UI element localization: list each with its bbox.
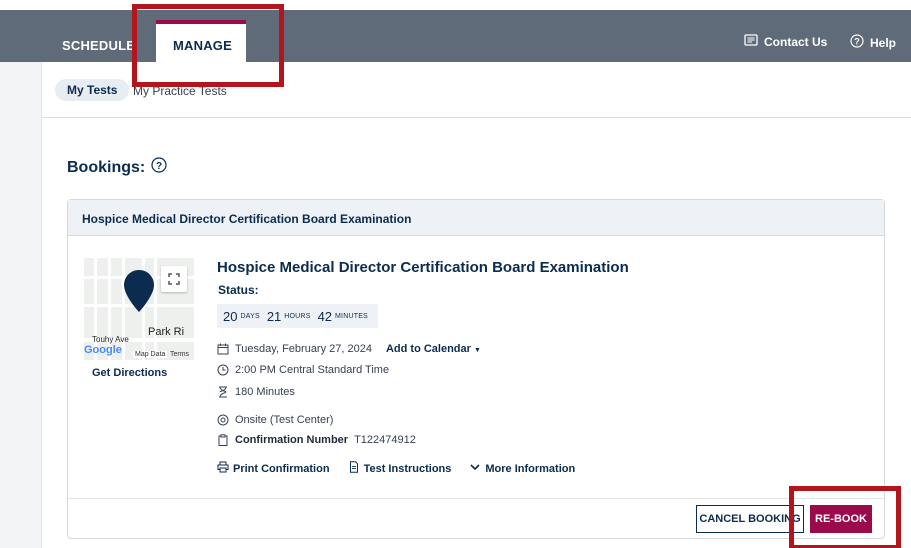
contact-us-link[interactable]: Contact Us xyxy=(744,34,827,49)
countdown-minutes: 42 xyxy=(317,308,333,324)
confirmation-row: Confirmation Number T122474912 xyxy=(217,434,416,446)
booking-actions-links: Print Confirmation Test Instructions Mor… xyxy=(217,461,575,476)
chevron-down-icon xyxy=(469,461,481,476)
exam-location: Onsite (Test Center) xyxy=(235,414,334,426)
confirmation-number: T122474912 xyxy=(354,434,416,446)
countdown-hours: 21 xyxy=(266,308,282,324)
help-label: Help xyxy=(870,35,897,50)
countdown-timer: 20 DAYS 21 HOURS 42 MINUTES xyxy=(217,304,378,328)
booking-card-title: Hospice Medical Director Certification B… xyxy=(82,212,412,226)
printer-icon xyxy=(217,461,229,476)
get-directions-link[interactable]: Get Directions xyxy=(92,367,167,379)
highlight-box-rebook xyxy=(789,486,901,548)
cancel-booking-button[interactable]: CANCEL BOOKING xyxy=(696,505,804,533)
countdown-days: 20 xyxy=(223,308,238,324)
confirmation-label: Confirmation Number xyxy=(235,434,349,446)
exam-duration-row: 180 Minutes xyxy=(217,386,295,398)
exam-date: Tuesday, February 27, 2024 xyxy=(235,343,372,355)
tab-schedule[interactable]: SCHEDULE xyxy=(62,38,135,53)
booking-card-header: Hospice Medical Director Certification B… xyxy=(68,200,884,236)
bookings-title: Bookings: xyxy=(67,158,146,176)
status-label: Status: xyxy=(218,283,259,297)
location-map[interactable]: Park Ri Touhy Ave Google Map Data Terms xyxy=(84,258,194,360)
add-to-calendar-button[interactable]: Add to Calendar ▼ xyxy=(386,343,481,355)
clipboard-icon xyxy=(217,434,229,446)
map-attribution: Map Data Terms xyxy=(84,349,194,360)
exam-duration: 180 Minutes xyxy=(235,386,295,398)
map-data-label[interactable]: Map Data xyxy=(133,351,168,358)
contact-us-label: Contact Us xyxy=(764,34,828,49)
test-instructions-label: Test Instructions xyxy=(363,462,452,475)
countdown-hours-unit: HOURS xyxy=(284,312,311,320)
exam-time-row: 2:00 PM Central Standard Time xyxy=(217,364,389,376)
map-place-label: Park Ri xyxy=(148,326,185,338)
map-road-label: Touhy Ave xyxy=(92,335,129,344)
print-confirmation-link[interactable]: Print Confirmation xyxy=(217,461,330,476)
exam-location-row: Onsite (Test Center) xyxy=(217,414,333,426)
bookings-heading: Bookings: ? xyxy=(67,157,167,178)
more-information-toggle[interactable]: More Information xyxy=(469,461,575,476)
map-fullscreen-button[interactable] xyxy=(161,266,187,292)
message-icon xyxy=(744,34,758,49)
countdown-days-unit: DAYS xyxy=(240,312,260,320)
fullscreen-icon xyxy=(168,273,180,285)
caret-down-icon: ▼ xyxy=(473,347,481,354)
clock-icon xyxy=(217,364,229,376)
more-information-label: More Information xyxy=(485,462,576,475)
document-icon xyxy=(348,461,360,476)
exam-time: 2:00 PM Central Standard Time xyxy=(235,364,390,376)
exam-title: Hospice Medical Director Certification B… xyxy=(217,259,629,276)
countdown-minutes-unit: MINUTES xyxy=(335,312,368,320)
svg-text:?: ? xyxy=(156,161,162,172)
map-terms-label[interactable]: Terms xyxy=(170,351,189,358)
exam-date-row: Tuesday, February 27, 2024 Add to Calend… xyxy=(217,343,481,355)
booking-card-divider xyxy=(68,498,884,499)
subtab-my-tests[interactable]: My Tests xyxy=(55,79,130,101)
location-pin-icon xyxy=(217,414,229,426)
help-circle-icon[interactable]: ? xyxy=(151,157,167,178)
test-instructions-link[interactable]: Test Instructions xyxy=(348,461,452,476)
highlight-box-manage xyxy=(132,4,284,87)
hourglass-icon xyxy=(217,386,229,398)
help-link[interactable]: ? Help xyxy=(850,34,896,51)
add-to-calendar-label: Add to Calendar xyxy=(385,343,471,355)
map-pin-icon xyxy=(124,270,154,317)
print-confirmation-label: Print Confirmation xyxy=(233,462,330,475)
map-road xyxy=(154,258,157,360)
calendar-icon xyxy=(217,343,229,355)
booking-card: Hospice Medical Director Certification B… xyxy=(67,199,885,539)
help-circle-icon: ? xyxy=(850,34,864,51)
svg-text:?: ? xyxy=(854,37,860,47)
left-rail xyxy=(0,62,42,548)
